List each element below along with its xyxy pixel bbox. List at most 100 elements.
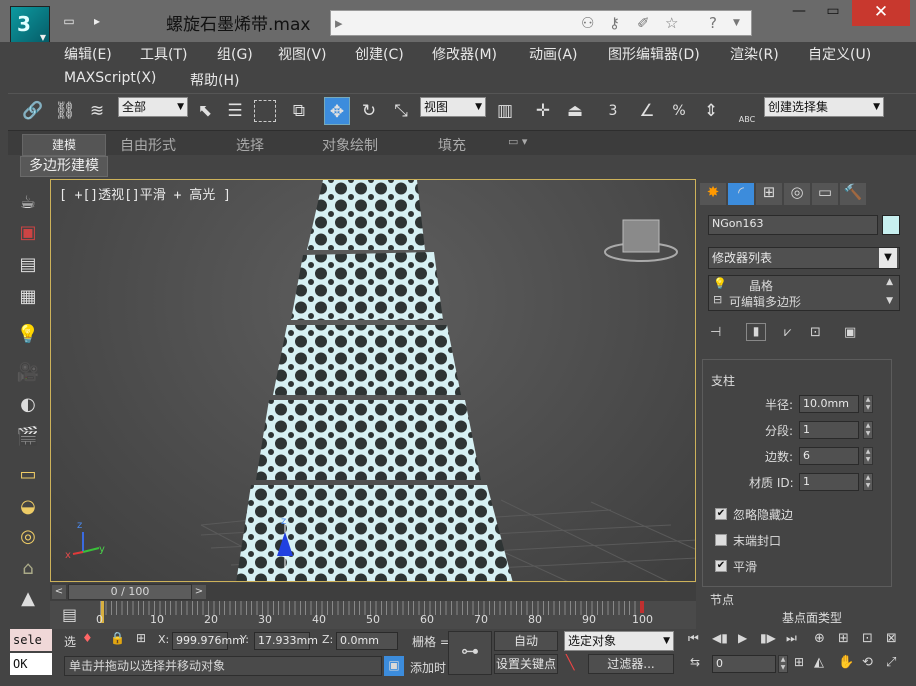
tab-object-paint[interactable]: 对象绘制 [322,135,378,155]
quick-access-more[interactable]: ▸ [86,11,108,33]
select-and-rotate-icon[interactable]: ↻ [356,97,382,125]
menu-rendering[interactable]: 渲染(R) [730,44,779,64]
play-icon[interactable]: ▶ [738,631,747,645]
filters-button[interactable]: 过滤器... [588,654,674,674]
menu-maxscript[interactable]: MAXScript(X) [64,70,156,86]
next-frame-button[interactable]: > [192,585,206,599]
tab-freeform[interactable]: 自由形式 [120,135,176,155]
perspective-viewport[interactable]: z y x z [ +[]透视[]平滑 + 高光 ] [50,179,696,582]
remove-modifier-icon[interactable]: ⊡ [810,325,821,340]
zoom-icon[interactable]: ⊕ [814,631,825,646]
make-unique-icon[interactable]: ⩗ [784,325,791,340]
select-manipulate-icon[interactable]: ✛ [530,97,556,125]
pin-icon[interactable]: ✐ [637,14,650,32]
edit-named-selection-icon[interactable]: ABC [734,97,760,125]
stack-item-vertex[interactable]: 顶点 [749,308,773,310]
restore-button[interactable]: ▭ [816,0,850,22]
key-mode-icon[interactable]: ╲ [566,655,574,671]
next-key-icon[interactable]: ▮▶ [760,631,776,645]
keyboard-shortcut-override-icon[interactable]: ⏏ [562,97,588,125]
select-and-move-icon[interactable]: ✥ [324,97,350,125]
layer-manager-icon[interactable]: ▦ [14,284,42,310]
bulb-icon[interactable]: 💡 [713,277,727,290]
select-object-icon[interactable]: ⬉ [192,97,218,125]
field-of-view-icon[interactable]: ◭ [814,655,824,670]
maxscript-listener-input[interactable]: sele [10,629,52,651]
render-frame-icon[interactable]: ▣ [14,220,42,246]
chevron-right-icon[interactable]: ▸ [335,14,343,32]
go-to-end-icon[interactable]: ⏭ [786,631,797,646]
close-button[interactable]: ✕ [852,0,910,26]
snaps-toggle-icon[interactable]: 3 [600,97,626,125]
lock-icon[interactable]: 🔒 [110,631,125,645]
material-id-field[interactable]: 1 [799,473,859,491]
chevron-up-icon[interactable]: ▲ [886,277,893,287]
sides-field[interactable]: 6 [799,447,859,465]
tab-modeling[interactable]: 建模 [22,134,106,156]
plane-icon[interactable]: ▭ [14,462,42,488]
tab-populate[interactable]: 填充 [438,135,466,155]
zoom-extents-icon[interactable]: ⊡ [862,631,873,646]
menu-create[interactable]: 创建(C) [355,44,404,64]
key-mode-toggle-icon[interactable]: ⇆ [690,655,700,669]
current-frame-spinner[interactable]: ▲ ▼ [778,655,788,673]
menu-views[interactable]: 视图(V) [278,44,327,64]
select-and-scale-icon[interactable]: ⤡ [388,97,414,125]
viewport-label[interactable]: [ +[]透视[]平滑 + 高光 ] [59,184,231,203]
spinner-snap-icon[interactable]: ⇕ [698,97,724,125]
help-icon[interactable]: ? [709,14,717,32]
key-filter-dropdown[interactable]: 选定对象 ▼ [564,631,674,651]
bind-space-warp-icon[interactable]: ≋ [84,97,110,125]
menu-help[interactable]: 帮助(H) [190,70,239,90]
percent-snap-icon[interactable]: % [666,97,692,125]
minimize-button[interactable]: — [782,0,816,22]
pivot-center-icon[interactable]: ▥ [492,97,518,125]
time-slider-thumb[interactable]: 0 / 100 [68,584,192,600]
segments-field[interactable]: 1 [799,421,859,439]
y-coordinate-field[interactable]: 17.933mm [254,632,318,650]
rectangle-selection-icon[interactable] [254,100,276,122]
menu-graph-editors[interactable]: 图形编辑器(D) [608,44,700,64]
motion-tab-icon[interactable]: ◎ [784,183,810,205]
link-icon[interactable]: 🔗 [20,97,46,125]
prev-frame-button[interactable]: < [52,585,66,599]
menu-animation[interactable]: 动画(A) [529,44,578,64]
teapot-small-icon[interactable]: ⌂ [14,556,42,582]
menu-customize[interactable]: 自定义(U) [808,44,871,64]
expand-icon[interactable]: ⊟ [713,293,722,306]
prev-key-icon[interactable]: ◀▮ [712,631,728,645]
selection-filter-dropdown[interactable]: 全部 ▼ [118,97,188,117]
menu-tools[interactable]: 工具(T) [140,44,187,64]
binoculars-icon[interactable]: ⚇ [581,14,594,32]
smooth-checkbox[interactable]: ✔ [715,560,727,572]
app-menu-button[interactable]: 3 ▼ [10,6,50,46]
cone-icon[interactable]: ▲ [14,586,42,612]
modify-tab-icon[interactable]: ◜ [728,183,754,205]
isolate-icon[interactable]: ♦ [82,631,93,645]
sphere-half-icon[interactable]: ◐ [14,392,42,418]
menu-modifiers[interactable]: 修改器(M) [432,44,497,64]
video-camera-icon[interactable]: 🎬 [14,424,42,450]
menu-group[interactable]: 组(G) [217,44,253,64]
create-tab-icon[interactable]: ✸ [700,183,726,205]
stack-item-lattice[interactable]: 晶格 [749,277,773,294]
track-bar[interactable]: 0 10 20 30 40 50 60 70 80 90 100 [50,601,696,629]
set-key-button[interactable]: 设置关键点 [494,654,558,674]
show-end-result-icon[interactable]: ▮ [746,323,766,341]
scene-explorer-icon[interactable]: ▤ [14,252,42,278]
x-coordinate-field[interactable]: 999.976mm [172,632,243,650]
teapot-icon[interactable]: ☕ [14,190,42,216]
material-id-spinner[interactable]: ▲ ▼ [863,473,873,491]
zoom-all-icon[interactable]: ⊞ [838,631,849,646]
struts-rollout-title[interactable]: 支柱 [711,372,735,389]
menu-edit[interactable]: 编辑(E) [64,44,112,64]
object-color-swatch[interactable] [882,215,900,235]
pin-stack-icon[interactable]: ⊣ [710,325,721,340]
modifier-stack[interactable]: 💡 晶格 ⊟ 可编辑多边形 顶点 ▲ ▼ [708,275,900,311]
object-name-field[interactable]: NGon163 [708,215,878,235]
maximize-viewport-icon[interactable]: ⤢ [886,655,896,670]
selection-lock-icon[interactable]: ▣ [384,656,404,676]
sides-spinner[interactable]: ▲ ▼ [863,447,873,465]
auto-key-button[interactable]: 自动 [494,631,558,651]
mini-curve-editor-icon[interactable]: ▤ [62,605,77,624]
